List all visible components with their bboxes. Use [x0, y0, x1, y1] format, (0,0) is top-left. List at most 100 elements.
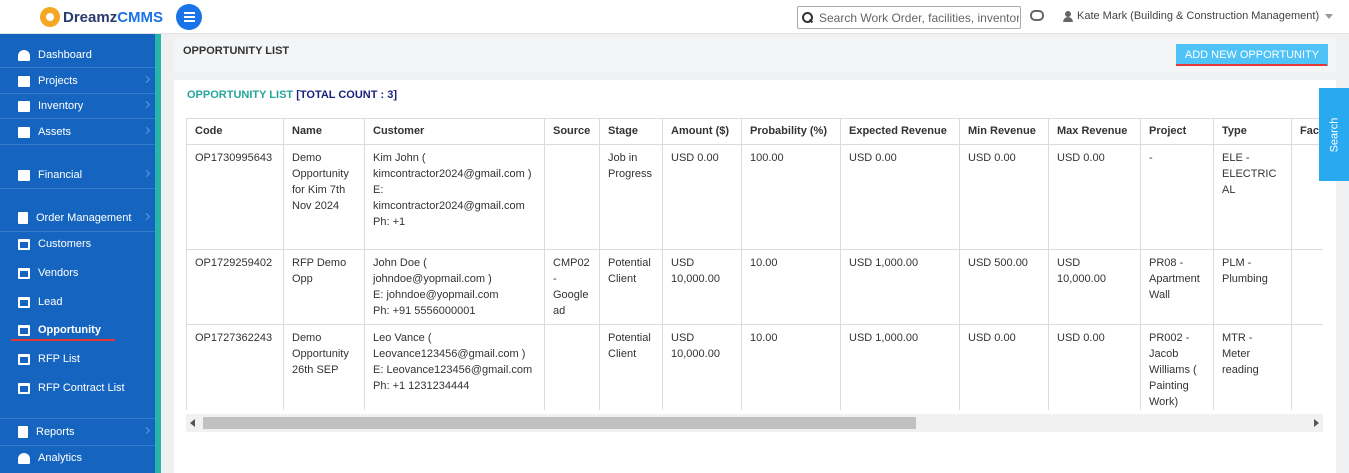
sidebar-item-assets[interactable]: Assets: [0, 119, 155, 145]
scrollbar-thumb[interactable]: [203, 417, 916, 429]
sidebar-item-label: Opportunity: [38, 324, 101, 336]
column-header-code[interactable]: Code: [186, 118, 284, 145]
sidebar-item-inventory[interactable]: Inventory: [0, 93, 155, 119]
cell-expected-revenue: USD 0.00: [840, 144, 960, 250]
table-row[interactable]: OP1727362243 Demo Opportunity 26th SEP L…: [186, 324, 1323, 410]
column-header-max-revenue[interactable]: Max Revenue: [1048, 118, 1141, 145]
horizontal-scrollbar[interactable]: [186, 414, 1323, 432]
column-header-expected-revenue[interactable]: Expected Revenue: [840, 118, 960, 145]
cell-max-revenue: USD 10,000.00: [1048, 249, 1141, 325]
cell-type: MTR - Meter reading: [1213, 324, 1292, 410]
sidebar-item-label: Lead: [38, 296, 63, 308]
cell-min-revenue: USD 0.00: [959, 324, 1049, 410]
sidebar-item-rfp-contract-list[interactable]: RFP Contract List: [0, 375, 155, 401]
sidebar-item-dashboard[interactable]: Dashboard: [0, 42, 155, 68]
global-search-input[interactable]: [819, 10, 1019, 25]
sidebar-item-label: Customers: [38, 238, 92, 250]
cell-max-revenue: USD 0.00: [1048, 144, 1141, 250]
opportunity-table: Code Name Customer Source Stage Amount (…: [186, 118, 1323, 410]
calendar-icon: [18, 382, 30, 394]
column-header-type[interactable]: Type: [1213, 118, 1292, 145]
app-logo[interactable]: Dreamz CMMS: [40, 7, 163, 27]
sidebar-item-label: Order Management: [36, 212, 132, 224]
column-header-stage[interactable]: Stage: [599, 118, 663, 145]
calendar-icon: [18, 296, 30, 308]
sidebar-item-label: Inventory: [38, 100, 84, 112]
cell-probability: 10.00: [741, 324, 841, 410]
search-panel-tab[interactable]: Search: [1319, 88, 1349, 181]
caret-down-icon: [1325, 13, 1334, 19]
menu-toggle-button[interactable]: [176, 4, 202, 30]
column-header-name[interactable]: Name: [283, 118, 365, 145]
user-menu[interactable]: Kate Mark (Building & Construction Manag…: [1063, 10, 1334, 22]
document-icon: [18, 212, 28, 224]
calendar-icon: [18, 267, 30, 279]
sidebar-item-label: RFP List: [38, 353, 80, 365]
sidebar-divider: [0, 144, 155, 145]
cell-name: RFP Demo Opp: [283, 249, 365, 325]
calendar-icon: [18, 324, 30, 336]
sidebar-item-reports[interactable]: Reports: [0, 419, 155, 445]
search-tab-label: Search: [1328, 117, 1341, 152]
customer-email: E: kimcontractor2024@gmail.com: [373, 184, 525, 212]
table-row[interactable]: OP1730995643 Demo Opportunity for Kim 7t…: [186, 144, 1323, 250]
analytics-icon: [18, 452, 30, 464]
column-header-probability[interactable]: Probability (%): [741, 118, 841, 145]
chevron-right-icon: [142, 426, 151, 435]
logo-text-dreamz: Dreamz: [63, 8, 118, 26]
sidebar-item-customers[interactable]: Customers: [0, 231, 155, 257]
cell-name: Demo Opportunity for Kim 7th Nov 2024: [283, 144, 365, 250]
chat-icon[interactable]: [1030, 10, 1044, 21]
sidebar-item-vendors[interactable]: Vendors: [0, 260, 155, 286]
cell-amount: USD 10,000.00: [662, 324, 742, 410]
sidebar-item-lead[interactable]: Lead: [0, 289, 155, 315]
chevron-right-icon: [142, 100, 151, 109]
sidebar-item-order-management[interactable]: Order Management: [0, 205, 155, 231]
cell-source: CMP02 - Google ad: [544, 249, 600, 325]
customer-name: Kim John ( kimcontractor2024@gmail.com ): [373, 152, 532, 180]
cell-type: PLM - Plumbing: [1213, 249, 1292, 325]
add-new-opportunity-button[interactable]: ADD NEW OPPORTUNITY: [1176, 44, 1328, 66]
cell-project: PR08 - Apartment Wall: [1140, 249, 1214, 325]
global-search[interactable]: [797, 6, 1021, 29]
scroll-left-icon[interactable]: [190, 419, 195, 427]
sidebar-item-projects[interactable]: Projects: [0, 68, 155, 94]
sidebar-item-label: Dashboard: [38, 49, 92, 61]
calendar-icon: [18, 353, 30, 365]
column-header-min-revenue[interactable]: Min Revenue: [959, 118, 1049, 145]
user-icon: [1063, 10, 1073, 22]
sidebar-divider: [0, 188, 155, 189]
column-header-project[interactable]: Project: [1140, 118, 1214, 145]
customer-phone: Ph: +91 5556000001: [373, 305, 476, 317]
inventory-icon: [18, 100, 30, 112]
cell-source: [544, 324, 600, 410]
logo-text-cmms: CMMS: [117, 8, 164, 26]
document-icon: [18, 426, 28, 438]
cell-customer: Kim John ( kimcontractor2024@gmail.com )…: [364, 144, 545, 250]
sidebar-item-label: Reports: [36, 426, 75, 438]
chevron-right-icon: [142, 75, 151, 84]
sidebar-item-rfp-list[interactable]: RFP List: [0, 346, 155, 372]
sidebar-item-analytics[interactable]: Analytics: [0, 445, 155, 471]
column-header-amount[interactable]: Amount ($): [662, 118, 742, 145]
table-header-row: Code Name Customer Source Stage Amount (…: [186, 118, 1323, 145]
cell-customer: Leo Vance ( Leovance123456@gmail.com ) E…: [364, 324, 545, 410]
active-item-underline: [11, 339, 115, 341]
page-header: [174, 38, 1336, 72]
cell-project: PR002 - Jacob Williams ( Painting Work): [1140, 324, 1214, 410]
column-header-customer[interactable]: Customer: [364, 118, 545, 145]
cell-source: [544, 144, 600, 250]
assets-icon: [18, 126, 30, 138]
column-header-source[interactable]: Source: [544, 118, 600, 145]
top-bar: Dreamz CMMS Kate Mark (Building & Constr…: [0, 0, 1349, 34]
total-count: [TOTAL COUNT : 3]: [296, 89, 398, 101]
list-caption: OPPORTUNITY LIST [TOTAL COUNT : 3]: [187, 89, 397, 101]
customer-email: E: Leovance123456@gmail.com: [373, 364, 533, 376]
scroll-right-icon[interactable]: [1314, 419, 1319, 427]
calendar-icon: [18, 238, 30, 250]
table-row[interactable]: OP1729259402 RFP Demo Opp John Doe ( joh…: [186, 249, 1323, 325]
sidebar-item-financial[interactable]: Financial: [0, 162, 155, 188]
customer-name: John Doe ( johndoe@yopmail.com ): [373, 257, 492, 285]
cell-stage: Potential Client: [599, 249, 663, 325]
cell-max-revenue: USD 0.00: [1048, 324, 1141, 410]
